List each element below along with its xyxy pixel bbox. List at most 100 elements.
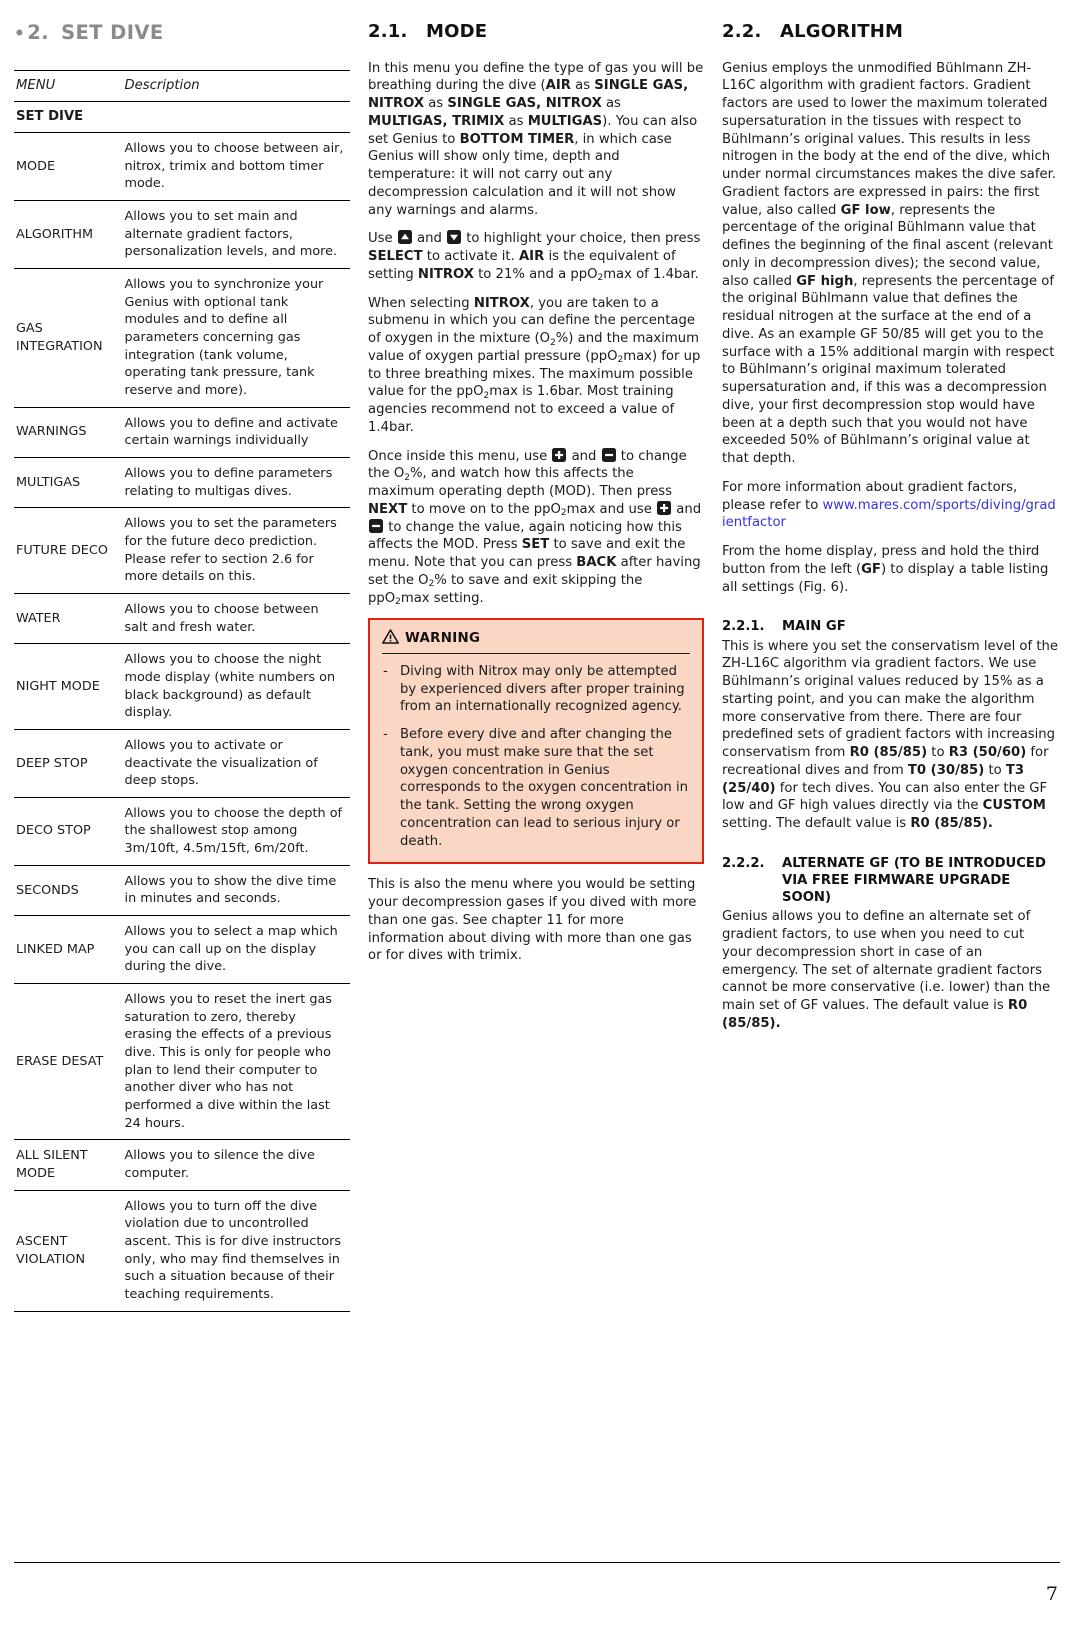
table-cell-description: Allows you to show the dive time in minu… bbox=[122, 865, 350, 917]
table-cell-menu: FUTURE DECO bbox=[14, 507, 123, 594]
column-right: 2.2. ALGORITHM Genius employs the unmodif… bbox=[722, 21, 1058, 1033]
mode-paragraph-5: This is also the menu where you would be… bbox=[368, 877, 697, 964]
document-page: • 2. SET DIVE MENU Description SET DIVE MO… bbox=[0, 0, 1074, 1635]
warning-item-text: Before every dive and after changing the… bbox=[400, 727, 688, 849]
subsection-heading-alternate-gf: 2.2.2. ALTERNATE GF (TO BE INTRODUCED VIA… bbox=[722, 855, 1058, 906]
mode-paragraph-2: Use and to highlight your choice, then p… bbox=[368, 230, 701, 284]
table-row: SECONDS Allows you to show the dive time … bbox=[14, 865, 350, 917]
subsection-title-main-gf: MAIN GF bbox=[782, 619, 846, 635]
table-cell-menu: DEEP STOP bbox=[14, 729, 123, 798]
table-row: ALGORITHM Allows you to set main and alte… bbox=[14, 200, 350, 270]
mode-paragraph-3: When selecting NITROX, you are taken to … bbox=[368, 295, 701, 435]
set-dive-menu-table: MENU Description SET DIVE MODE Allows you… bbox=[14, 69, 350, 1312]
up-arrow-key-icon bbox=[397, 230, 412, 245]
table-cell-menu: ALGORITHM bbox=[14, 200, 123, 270]
warning-item-text: Diving with Nitrox may only be attempted… bbox=[400, 663, 685, 715]
table-cell-description: Allows you to activate or deactivate the… bbox=[122, 729, 350, 798]
column-middle: 2.1. MODE In this menu you define the typ… bbox=[368, 21, 704, 965]
subsection-heading-main-gf: 2.2.1. MAIN GF bbox=[722, 618, 1058, 635]
table-row: FUTURE DECO Allows you to set the paramet… bbox=[14, 507, 350, 594]
table-row: LINKED MAP Allows you to select a map whi… bbox=[14, 915, 350, 985]
down-arrow-key-icon bbox=[447, 230, 462, 245]
table-cell-description: Allows you to choose the depth of the sh… bbox=[122, 797, 350, 866]
table-row: MODE Allows you to choose between air, ni… bbox=[14, 132, 350, 202]
warning-triangle-icon bbox=[382, 629, 399, 647]
column-header-menu: MENU bbox=[14, 69, 123, 102]
table-cell-menu: DECO STOP bbox=[14, 797, 123, 866]
page-columns: • 2. SET DIVE MENU Description SET DIVE MO… bbox=[14, 21, 1060, 1312]
alternate-gf-body: Genius allows you to define an alternate… bbox=[722, 909, 1051, 1031]
table-cell-menu: GAS INTEGRATION bbox=[14, 268, 123, 408]
column-header-description: Description bbox=[122, 69, 350, 102]
mode-paragraph-1: In this menu you define the type of gas … bbox=[368, 60, 704, 218]
plus-key-icon bbox=[552, 447, 567, 462]
warning-list: - Diving with Nitrox may only be attempte… bbox=[382, 663, 690, 851]
section-heading-mode: 2.1. MODE bbox=[368, 21, 704, 43]
section-title-algorithm: ALGORITHM bbox=[780, 21, 904, 42]
subsection-title-alternate-gf: ALTERNATE GF (TO BE INTRODUCED VIA FREE … bbox=[782, 855, 1046, 906]
table-cell-menu: WATER bbox=[14, 593, 123, 645]
table-cell-menu: ASCENT VIOLATION bbox=[14, 1190, 123, 1312]
table-cell-menu: MULTIGAS bbox=[14, 457, 123, 509]
main-gf-body: This is where you set the conservatism l… bbox=[722, 638, 1058, 832]
warning-dash-bullet: - bbox=[383, 727, 388, 743]
algorithm-paragraph-1: Genius employs the unmodified Bühlmann Z… bbox=[722, 60, 1056, 467]
table-cell-description: Allows you to choose between air, nitrox… bbox=[122, 132, 350, 202]
chapter-number: 2. bbox=[27, 21, 50, 44]
table-cell-menu: LINKED MAP bbox=[14, 915, 123, 985]
warning-list-item: - Diving with Nitrox may only be attempte… bbox=[382, 663, 690, 716]
table-cell-description: Allows you to choose the night mode disp… bbox=[122, 643, 350, 730]
subsection-number-2-2-1: 2.2.1. bbox=[722, 619, 765, 635]
chapter-title: SET DIVE bbox=[61, 21, 164, 44]
mode-paragraph-4: Once inside this menu, use and to change… bbox=[368, 447, 702, 608]
footer-divider bbox=[14, 1562, 1060, 1563]
section-title-mode: MODE bbox=[426, 21, 488, 42]
table-cell-menu: NIGHT MODE bbox=[14, 643, 123, 730]
table-row: DEEP STOP Allows you to activate or deact… bbox=[14, 729, 350, 798]
page-number: 7 bbox=[1045, 1583, 1058, 1605]
table-cell-menu: SECONDS bbox=[14, 865, 123, 917]
table-row: WARNINGS Allows you to define and activat… bbox=[14, 407, 350, 458]
table-row: ERASE DESAT Allows you to reset the inert… bbox=[14, 983, 350, 1141]
table-row: WATER Allows you to choose between salt a… bbox=[14, 593, 350, 645]
section-number-2-1: 2.1. bbox=[368, 21, 408, 42]
section-heading-algorithm: 2.2. ALGORITHM bbox=[722, 21, 1058, 43]
minus-key-icon bbox=[601, 447, 616, 462]
warning-list-item: - Before every dive and after changing th… bbox=[382, 726, 690, 850]
table-cell-description: Allows you to set main and alternate gra… bbox=[122, 200, 350, 270]
table-body: SET DIVE MODE Allows you to choose betwee… bbox=[14, 101, 350, 1312]
table-row: ALL SILENT MODE Allows you to silence the… bbox=[14, 1139, 350, 1191]
table-section-label: SET DIVE bbox=[14, 101, 123, 134]
warning-label: WARNING bbox=[405, 631, 481, 647]
table-cell-description: Allows you to synchronize your Genius wi… bbox=[122, 268, 350, 408]
table-cell-description: Allows you to choose between salt and fr… bbox=[122, 593, 350, 645]
subsection-number-2-2-2: 2.2.2. bbox=[722, 855, 765, 871]
table-cell-menu: WARNINGS bbox=[14, 407, 123, 458]
table-row: GAS INTEGRATION Allows you to synchronize… bbox=[14, 268, 350, 408]
section-number-2-2: 2.2. bbox=[722, 21, 762, 42]
table-row: ASCENT VIOLATION Allows you to turn off t… bbox=[14, 1190, 350, 1312]
table-header-row: MENU Description bbox=[14, 69, 350, 102]
table-cell-menu: MODE bbox=[14, 132, 123, 202]
table-cell-description: Allows you to define parameters relating… bbox=[122, 457, 350, 509]
table-row: DECO STOP Allows you to choose the depth … bbox=[14, 797, 350, 866]
table-cell-description: Allows you to reset the inert gas satura… bbox=[122, 983, 350, 1141]
algorithm-paragraph-3: From the home display, press and hold th… bbox=[722, 544, 1049, 595]
table-section-blank bbox=[122, 101, 350, 134]
table-cell-description: Allows you to define and activate certai… bbox=[122, 407, 350, 458]
table-cell-menu: ERASE DESAT bbox=[14, 983, 123, 1141]
minus-key-icon bbox=[369, 518, 383, 533]
table-cell-description: Allows you to set the parameters for the… bbox=[122, 507, 350, 594]
warning-header: WARNING bbox=[382, 629, 690, 654]
chapter-heading: • 2. SET DIVE bbox=[14, 22, 350, 44]
table-section-row: SET DIVE bbox=[14, 101, 350, 134]
warning-callout: WARNING - Diving with Nitrox may only be … bbox=[368, 618, 704, 865]
column-left: • 2. SET DIVE MENU Description SET DIVE MO… bbox=[14, 22, 350, 1312]
algorithm-paragraph-2: For more information about gradient fact… bbox=[722, 479, 1058, 532]
chapter-bullet-icon: • bbox=[14, 24, 26, 44]
table-row: MULTIGAS Allows you to define parameters … bbox=[14, 457, 350, 509]
plus-key-icon bbox=[657, 500, 672, 515]
table-cell-description: Allows you to silence the dive computer. bbox=[122, 1139, 350, 1191]
table-row: NIGHT MODE Allows you to choose the night… bbox=[14, 643, 350, 730]
table-cell-description: Allows you to turn off the dive violatio… bbox=[122, 1190, 350, 1312]
